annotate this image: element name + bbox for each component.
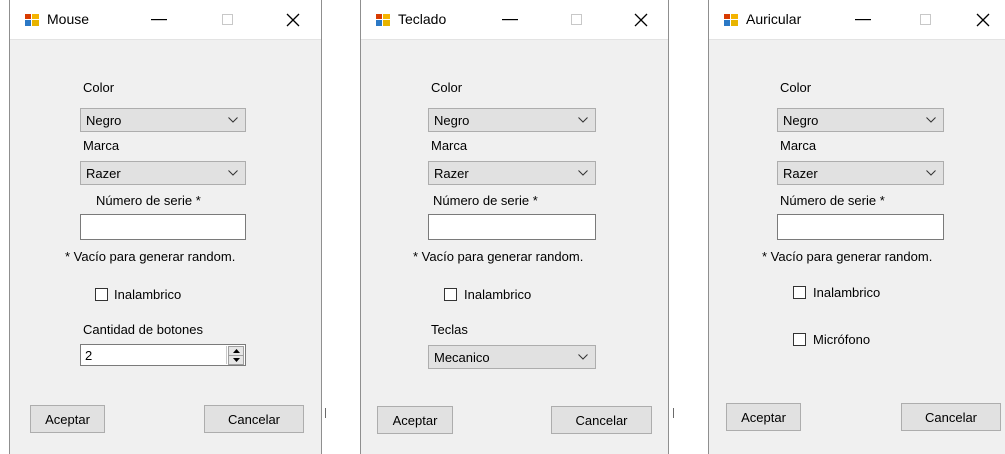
color-value: Negro [783, 113, 819, 128]
serial-hint: * Vacío para generar random. [413, 249, 584, 264]
wireless-checkbox[interactable] [95, 288, 108, 301]
chevron-down-icon [578, 354, 588, 360]
cancel-button[interactable]: Cancelar [551, 406, 652, 434]
color-combobox[interactable]: Negro [80, 108, 246, 132]
serial-label: Número de serie * [780, 193, 885, 208]
minimize-icon [855, 18, 871, 20]
buttons-count-label: Cantidad de botones [83, 322, 203, 337]
app-icon [24, 12, 40, 28]
maximize-button[interactable] [902, 0, 948, 39]
window-title: Teclado [398, 11, 447, 27]
title-bar[interactable]: Teclado [361, 0, 668, 40]
color-label: Color [83, 80, 115, 95]
close-icon [634, 13, 648, 26]
chevron-down-icon [926, 117, 936, 123]
background-window-edge [325, 408, 326, 418]
keyboard-window: Teclado Color Negro Marca Razer Número d… [360, 0, 669, 454]
buttons-count-value: 2 [85, 348, 93, 363]
brand-combobox[interactable]: Razer [80, 161, 246, 185]
color-label: Color [780, 80, 812, 95]
maximize-icon [570, 14, 582, 25]
close-icon [286, 13, 300, 26]
maximize-icon [919, 14, 931, 25]
close-button[interactable] [270, 0, 316, 39]
serial-input[interactable] [80, 214, 246, 240]
spin-down-button[interactable] [228, 355, 244, 365]
accept-button[interactable]: Aceptar [30, 405, 105, 433]
chevron-down-icon [228, 170, 238, 176]
window-title: Auricular [746, 11, 802, 27]
keys-label: Teclas [431, 322, 468, 337]
microphone-label[interactable]: Micrófono [813, 332, 870, 347]
serial-input[interactable] [777, 214, 944, 240]
background-window-edge [673, 408, 674, 418]
app-icon [375, 12, 391, 28]
wireless-checkbox[interactable] [793, 286, 806, 299]
window-title: Mouse [47, 11, 90, 27]
minimize-button[interactable] [136, 0, 182, 39]
serial-hint: * Vacío para generar random. [762, 249, 933, 264]
cancel-button[interactable]: Cancelar [204, 405, 304, 433]
mouse-window: Mouse Color Negro Marca Razer Número de … [9, 0, 322, 454]
maximize-button[interactable] [204, 0, 250, 39]
minimize-icon [151, 18, 167, 20]
minimize-button[interactable] [840, 0, 886, 39]
wireless-label[interactable]: Inalambrico [464, 287, 531, 302]
brand-label: Marca [83, 138, 120, 153]
serial-label: Número de serie * [433, 193, 538, 208]
chevron-down-icon [578, 170, 588, 176]
serial-label: Número de serie * [96, 193, 201, 208]
keys-value: Mecanico [434, 350, 490, 365]
microphone-checkbox[interactable] [793, 333, 806, 346]
wireless-label[interactable]: Inalambrico [813, 285, 880, 300]
serial-input[interactable] [428, 214, 596, 240]
minimize-icon [502, 18, 518, 20]
brand-combobox[interactable]: Razer [428, 161, 596, 185]
maximize-button[interactable] [553, 0, 599, 39]
brand-combobox[interactable]: Razer [777, 161, 944, 185]
chevron-down-icon [926, 170, 936, 176]
color-label: Color [431, 80, 463, 95]
close-button[interactable] [618, 0, 664, 39]
accept-button[interactable]: Aceptar [377, 406, 453, 434]
chevron-down-icon [578, 117, 588, 123]
color-combobox[interactable]: Negro [428, 108, 596, 132]
cancel-button[interactable]: Cancelar [901, 403, 1001, 431]
color-combobox[interactable]: Negro [777, 108, 944, 132]
arrow-down-icon [232, 358, 240, 362]
spin-buttons [226, 346, 244, 365]
app-icon [723, 12, 739, 28]
keys-combobox[interactable]: Mecanico [428, 345, 596, 369]
buttons-count-stepper[interactable]: 2 [80, 344, 246, 366]
color-value: Negro [86, 113, 122, 128]
color-value: Negro [434, 113, 470, 128]
brand-label: Marca [780, 138, 817, 153]
serial-hint: * Vacío para generar random. [65, 249, 236, 264]
title-bar[interactable]: Mouse [10, 0, 321, 40]
wireless-checkbox[interactable] [444, 288, 457, 301]
close-button[interactable] [960, 0, 1005, 39]
brand-label: Marca [431, 138, 468, 153]
minimize-button[interactable] [487, 0, 533, 39]
headset-window: Auricular Color Negro Marca Razer Número… [708, 0, 1005, 454]
title-bar[interactable]: Auricular [709, 0, 1005, 40]
brand-value: Razer [434, 166, 469, 181]
maximize-icon [221, 14, 233, 25]
arrow-up-icon [232, 349, 240, 353]
accept-button[interactable]: Aceptar [726, 403, 801, 431]
wireless-label[interactable]: Inalambrico [114, 287, 181, 302]
brand-value: Razer [86, 166, 121, 181]
chevron-down-icon [228, 117, 238, 123]
close-icon [976, 13, 990, 26]
brand-value: Razer [783, 166, 818, 181]
